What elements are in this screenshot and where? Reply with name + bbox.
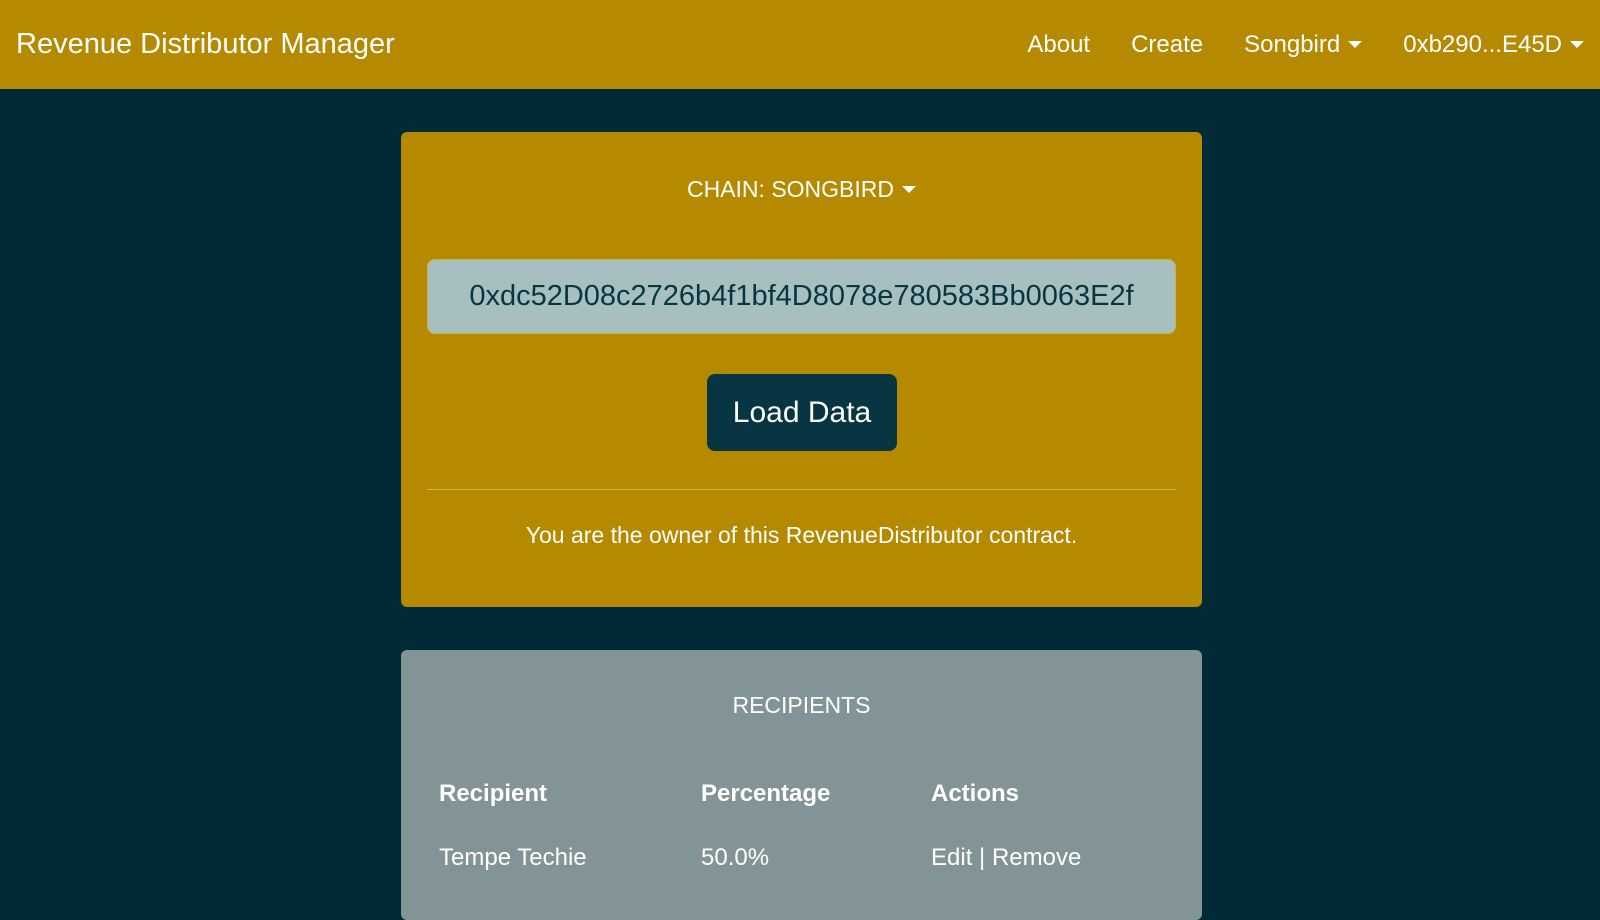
recipients-title: RECIPIENTS bbox=[732, 692, 871, 718]
owner-status-text: You are the owner of this RevenueDistrib… bbox=[525, 522, 1078, 548]
nav-create-link[interactable]: Create bbox=[1131, 31, 1203, 59]
nav-about-link[interactable]: About bbox=[1027, 31, 1090, 59]
edit-link[interactable]: Edit bbox=[931, 844, 972, 871]
nav-menu: About Create Songbird 0xb290...E45D bbox=[1027, 31, 1584, 59]
row-actions: Edit | Remove bbox=[931, 844, 1081, 872]
action-separator: | bbox=[979, 844, 986, 871]
account-dropdown[interactable]: 0xb290...E45D bbox=[1403, 31, 1584, 59]
recipients-card: RECIPIENTS Recipient Percentage Actions … bbox=[401, 650, 1202, 920]
contract-address-input[interactable] bbox=[427, 259, 1176, 334]
recipient-name: Tempe Techie bbox=[439, 844, 587, 871]
load-data-button[interactable]: Load Data bbox=[707, 374, 897, 451]
header-recipient: Recipient bbox=[439, 780, 548, 807]
chevron-down-icon bbox=[1570, 41, 1584, 48]
header-percentage: Percentage bbox=[701, 780, 831, 807]
network-label: Songbird bbox=[1244, 30, 1341, 58]
chevron-down-icon bbox=[902, 186, 917, 193]
header-actions: Actions bbox=[931, 780, 1020, 807]
divider bbox=[427, 489, 1176, 490]
brand-title[interactable]: Revenue Distributor Manager bbox=[16, 28, 395, 61]
chevron-down-icon bbox=[1348, 41, 1363, 48]
network-dropdown[interactable]: Songbird bbox=[1244, 30, 1363, 59]
contract-card: CHAIN: SONGBIRD Load Data You are the ow… bbox=[401, 132, 1202, 607]
chain-label: CHAIN: SONGBIRD bbox=[686, 176, 895, 202]
chain-dropdown[interactable]: CHAIN: SONGBIRD bbox=[401, 176, 1202, 203]
account-label: 0xb290...E45D bbox=[1403, 30, 1562, 58]
nav-about-label: About bbox=[1027, 30, 1091, 58]
recipient-percentage: 50.0% bbox=[701, 844, 770, 871]
nav-create-label: Create bbox=[1131, 30, 1204, 58]
remove-link[interactable]: Remove bbox=[992, 844, 1081, 871]
top-navbar: Revenue Distributor Manager About Create… bbox=[0, 0, 1600, 89]
